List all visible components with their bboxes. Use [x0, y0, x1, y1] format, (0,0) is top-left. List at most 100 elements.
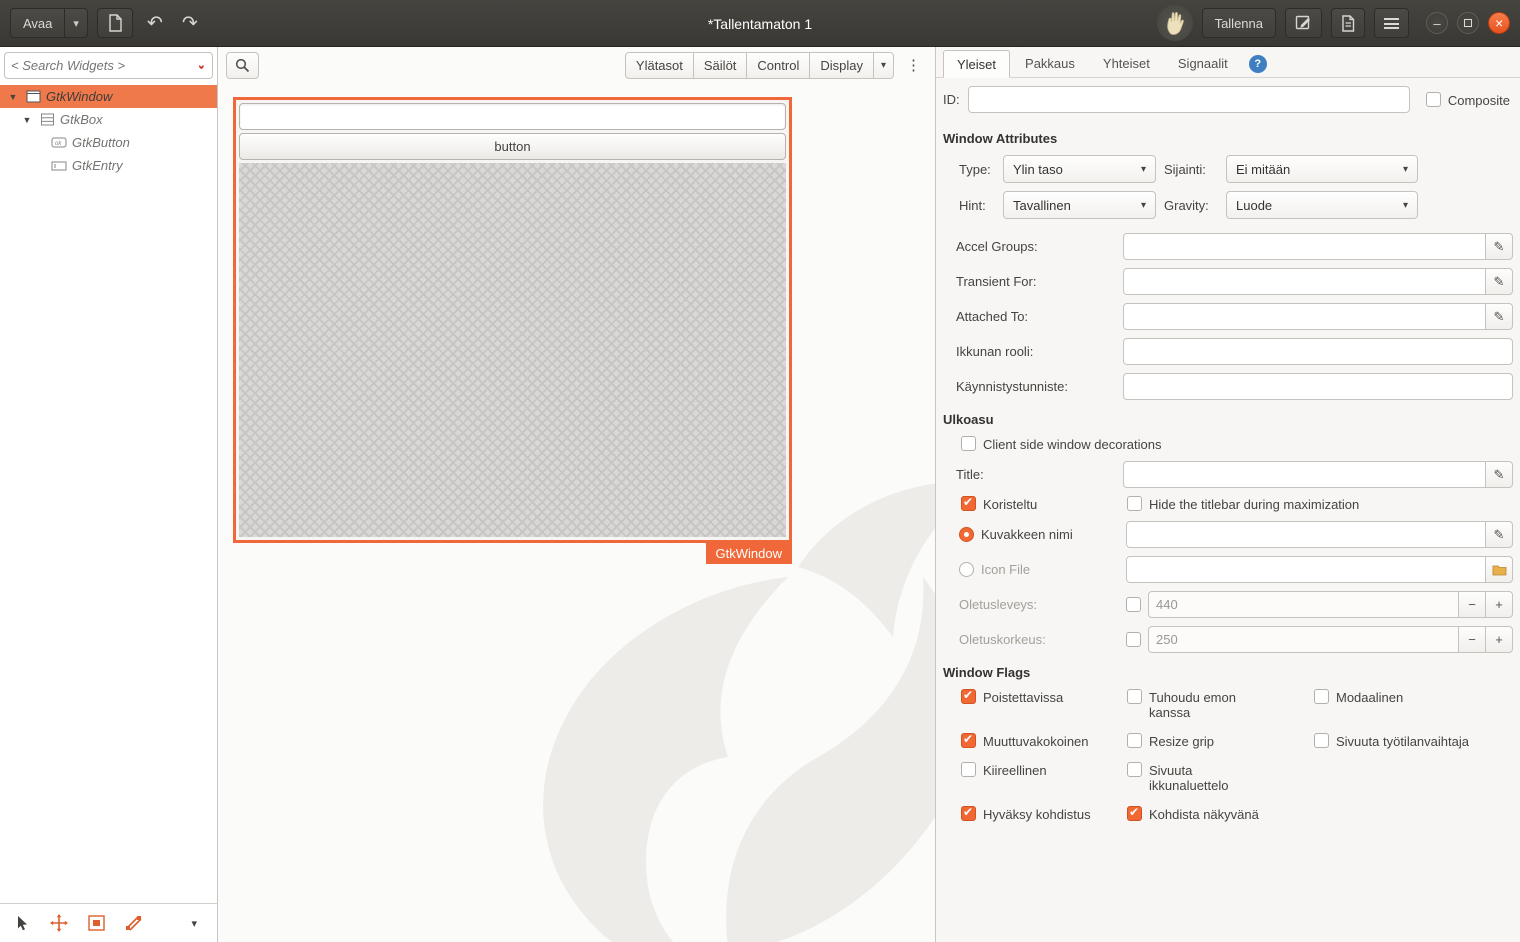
- expander-icon[interactable]: ▼: [6, 92, 20, 102]
- chevron-down-icon[interactable]: ▾: [65, 17, 87, 30]
- startup-id-input[interactable]: [1123, 373, 1513, 400]
- default-height-label: Oletuskorkeus:: [959, 632, 1126, 647]
- widget-search-box[interactable]: ⌄⌄: [4, 52, 213, 79]
- widget-search-input[interactable]: [11, 58, 197, 73]
- icon-name-edit-button[interactable]: ✎: [1485, 521, 1513, 548]
- attached-to-edit-button[interactable]: ✎: [1485, 303, 1513, 330]
- flag-label: Kohdista näkyvänä: [1149, 806, 1259, 822]
- design-gtkbutton[interactable]: button: [239, 133, 786, 160]
- icon-name-radio[interactable]: Kuvakkeen nimi: [959, 527, 1126, 542]
- alignment-tool-button[interactable]: [121, 911, 145, 935]
- design-gtkentry[interactable]: [239, 103, 786, 130]
- type-select[interactable]: Ylin taso ▾: [1003, 155, 1156, 183]
- default-height-input[interactable]: [1148, 626, 1459, 653]
- save-button-label: Tallenna: [1215, 16, 1263, 31]
- icon-file-radio[interactable]: Icon File: [959, 562, 1126, 577]
- info-icon[interactable]: ?: [1249, 55, 1267, 73]
- id-input[interactable]: [968, 86, 1410, 113]
- flag-resizable[interactable]: Muuttuvakokoinen: [961, 733, 1127, 749]
- margins-tool-button[interactable]: [84, 911, 108, 935]
- accel-groups-input[interactable]: [1123, 233, 1486, 260]
- design-canvas[interactable]: Ylätasot Säilöt Control Display ▾ ⋮ butt…: [218, 47, 935, 942]
- flag-destroy-with-parent[interactable]: Tuhoudu emon kanssa: [1127, 689, 1314, 720]
- composite-checkbox[interactable]: Composite: [1426, 92, 1510, 108]
- default-width-increment-button[interactable]: +: [1485, 591, 1513, 618]
- design-empty-area[interactable]: [239, 163, 786, 537]
- flag-focus-on-map[interactable]: Kohdista näkyvänä: [1127, 806, 1314, 822]
- flag-skip-taskbar[interactable]: Sivuuta ikkunaluettelo: [1127, 762, 1314, 793]
- menu-button[interactable]: [1374, 8, 1409, 38]
- minimize-button[interactable]: –: [1426, 12, 1448, 34]
- redo-button[interactable]: ↷: [177, 10, 203, 37]
- icon-name-input[interactable]: [1126, 521, 1486, 548]
- flag-deletable[interactable]: Poistettavissa: [961, 689, 1127, 720]
- expander-icon[interactable]: ▼: [20, 115, 34, 125]
- tab-packing[interactable]: Pakkaus: [1012, 49, 1088, 77]
- filter-toplevels-button[interactable]: Ylätasot: [625, 52, 694, 79]
- decorated-checkbox[interactable]: Koristeltu: [961, 496, 1127, 512]
- tree-item-gtkentry[interactable]: GtkEntry: [0, 154, 217, 177]
- transient-for-edit-button[interactable]: ✎: [1485, 268, 1513, 295]
- csd-label: Client side window decorations: [983, 436, 1161, 452]
- accel-groups-edit-button[interactable]: ✎: [1485, 233, 1513, 260]
- default-height-enable-checkbox[interactable]: [1126, 632, 1141, 647]
- flag-skip-pager[interactable]: Sivuuta työtilanvaihtaja: [1314, 733, 1513, 749]
- open-button[interactable]: Avaa ▾: [10, 8, 88, 38]
- filter-label: Display: [820, 58, 863, 73]
- undo-button[interactable]: ↶: [142, 10, 168, 37]
- design-gtkwindow[interactable]: button GtkWindow: [233, 97, 792, 543]
- gravity-select[interactable]: Luode ▾: [1226, 191, 1418, 219]
- maximize-button[interactable]: [1457, 12, 1479, 34]
- attached-to-input[interactable]: [1123, 303, 1486, 330]
- search-button[interactable]: [226, 52, 259, 79]
- hint-select[interactable]: Tavallinen ▾: [1003, 191, 1156, 219]
- tab-general[interactable]: Yleiset: [943, 50, 1010, 78]
- tree-item-gtkwindow[interactable]: ▼ GtkWindow: [0, 85, 217, 108]
- tab-signals[interactable]: Signaalit: [1165, 49, 1241, 77]
- select-tool-button[interactable]: [10, 911, 34, 935]
- default-width-input[interactable]: [1148, 591, 1459, 618]
- icon-name-label: Kuvakkeen nimi: [981, 527, 1073, 542]
- default-height-increment-button[interactable]: +: [1485, 626, 1513, 653]
- flag-modal[interactable]: Modaalinen: [1314, 689, 1513, 720]
- title-input[interactable]: [1123, 461, 1486, 488]
- checkbox-icon: [1127, 806, 1142, 821]
- default-height-decrement-button[interactable]: −: [1458, 626, 1486, 653]
- close-button[interactable]: ×: [1488, 12, 1510, 34]
- chevron-down-icon[interactable]: ⌄⌄: [197, 63, 206, 68]
- window-role-input[interactable]: [1123, 338, 1513, 365]
- save-button[interactable]: Tallenna: [1202, 8, 1276, 38]
- filter-display-button[interactable]: Display: [809, 52, 874, 79]
- flag-label: Modaalinen: [1336, 689, 1403, 705]
- default-width-decrement-button[interactable]: −: [1458, 591, 1486, 618]
- csd-checkbox[interactable]: Client side window decorations: [961, 436, 1520, 452]
- icon-file-browse-button[interactable]: [1485, 556, 1513, 583]
- position-select[interactable]: Ei mitään ▾: [1226, 155, 1418, 183]
- title-edit-button[interactable]: ✎: [1485, 461, 1513, 488]
- hint-label: Hint:: [959, 198, 1003, 213]
- new-project-button[interactable]: [97, 8, 133, 38]
- transient-for-input[interactable]: [1123, 268, 1486, 295]
- tab-common[interactable]: Yhteiset: [1090, 49, 1163, 77]
- flag-label: Hyväksy kohdistus: [983, 806, 1091, 822]
- filter-more-button[interactable]: ▾: [873, 52, 894, 79]
- drag-resize-tool-button[interactable]: [47, 911, 71, 935]
- icon-file-input[interactable]: [1126, 556, 1486, 583]
- filter-control-button[interactable]: Control: [746, 52, 810, 79]
- canvas-menu-button[interactable]: ⋮: [900, 56, 927, 74]
- properties-button[interactable]: [1331, 8, 1365, 38]
- default-height-row: Oletuskorkeus: − +: [936, 626, 1520, 653]
- filter-containers-button[interactable]: Säilöt: [693, 52, 748, 79]
- flag-accept-focus[interactable]: Hyväksy kohdistus: [961, 806, 1127, 822]
- save-as-button[interactable]: [1285, 8, 1322, 38]
- filter-label: Säilöt: [704, 58, 737, 73]
- pencil-icon: ✎: [1494, 309, 1505, 325]
- inspector-tabs: Yleiset Pakkaus Yhteiset Signaalit ?: [936, 47, 1520, 78]
- tree-item-gtkbox[interactable]: ▼ GtkBox: [0, 108, 217, 131]
- flag-resize-grip[interactable]: Resize grip: [1127, 733, 1314, 749]
- default-width-enable-checkbox[interactable]: [1126, 597, 1141, 612]
- tools-dropdown-button[interactable]: ▾: [181, 913, 207, 934]
- flag-urgent[interactable]: Kiireellinen: [961, 762, 1127, 793]
- tree-item-gtkbutton[interactable]: ok GtkButton: [0, 131, 217, 154]
- hide-titlebar-checkbox[interactable]: Hide the titlebar during maximization: [1127, 496, 1359, 512]
